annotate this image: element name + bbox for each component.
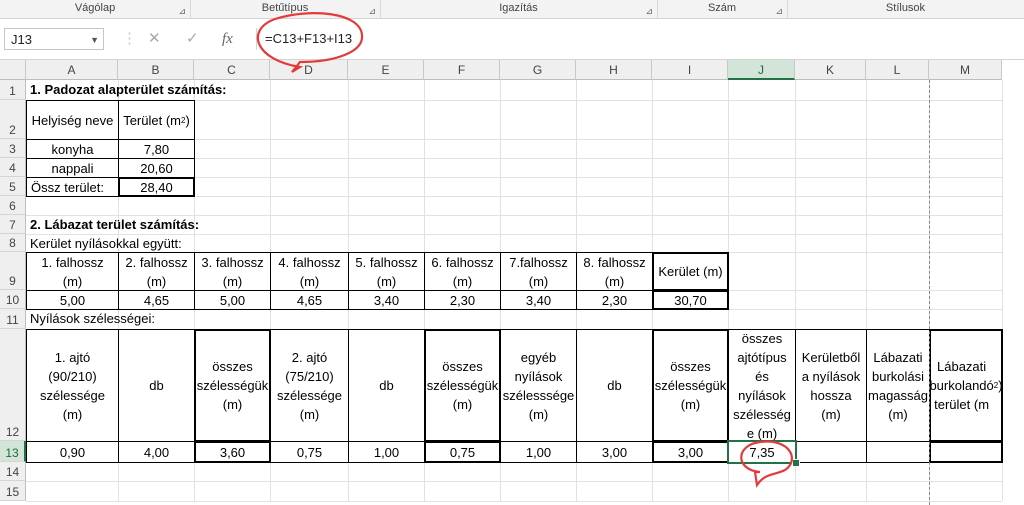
page-break-line [929, 80, 930, 505]
annotation-circle-result [740, 440, 793, 488]
annotation-circle-formula [256, 12, 364, 73]
annotation-overlay [256, 12, 793, 488]
